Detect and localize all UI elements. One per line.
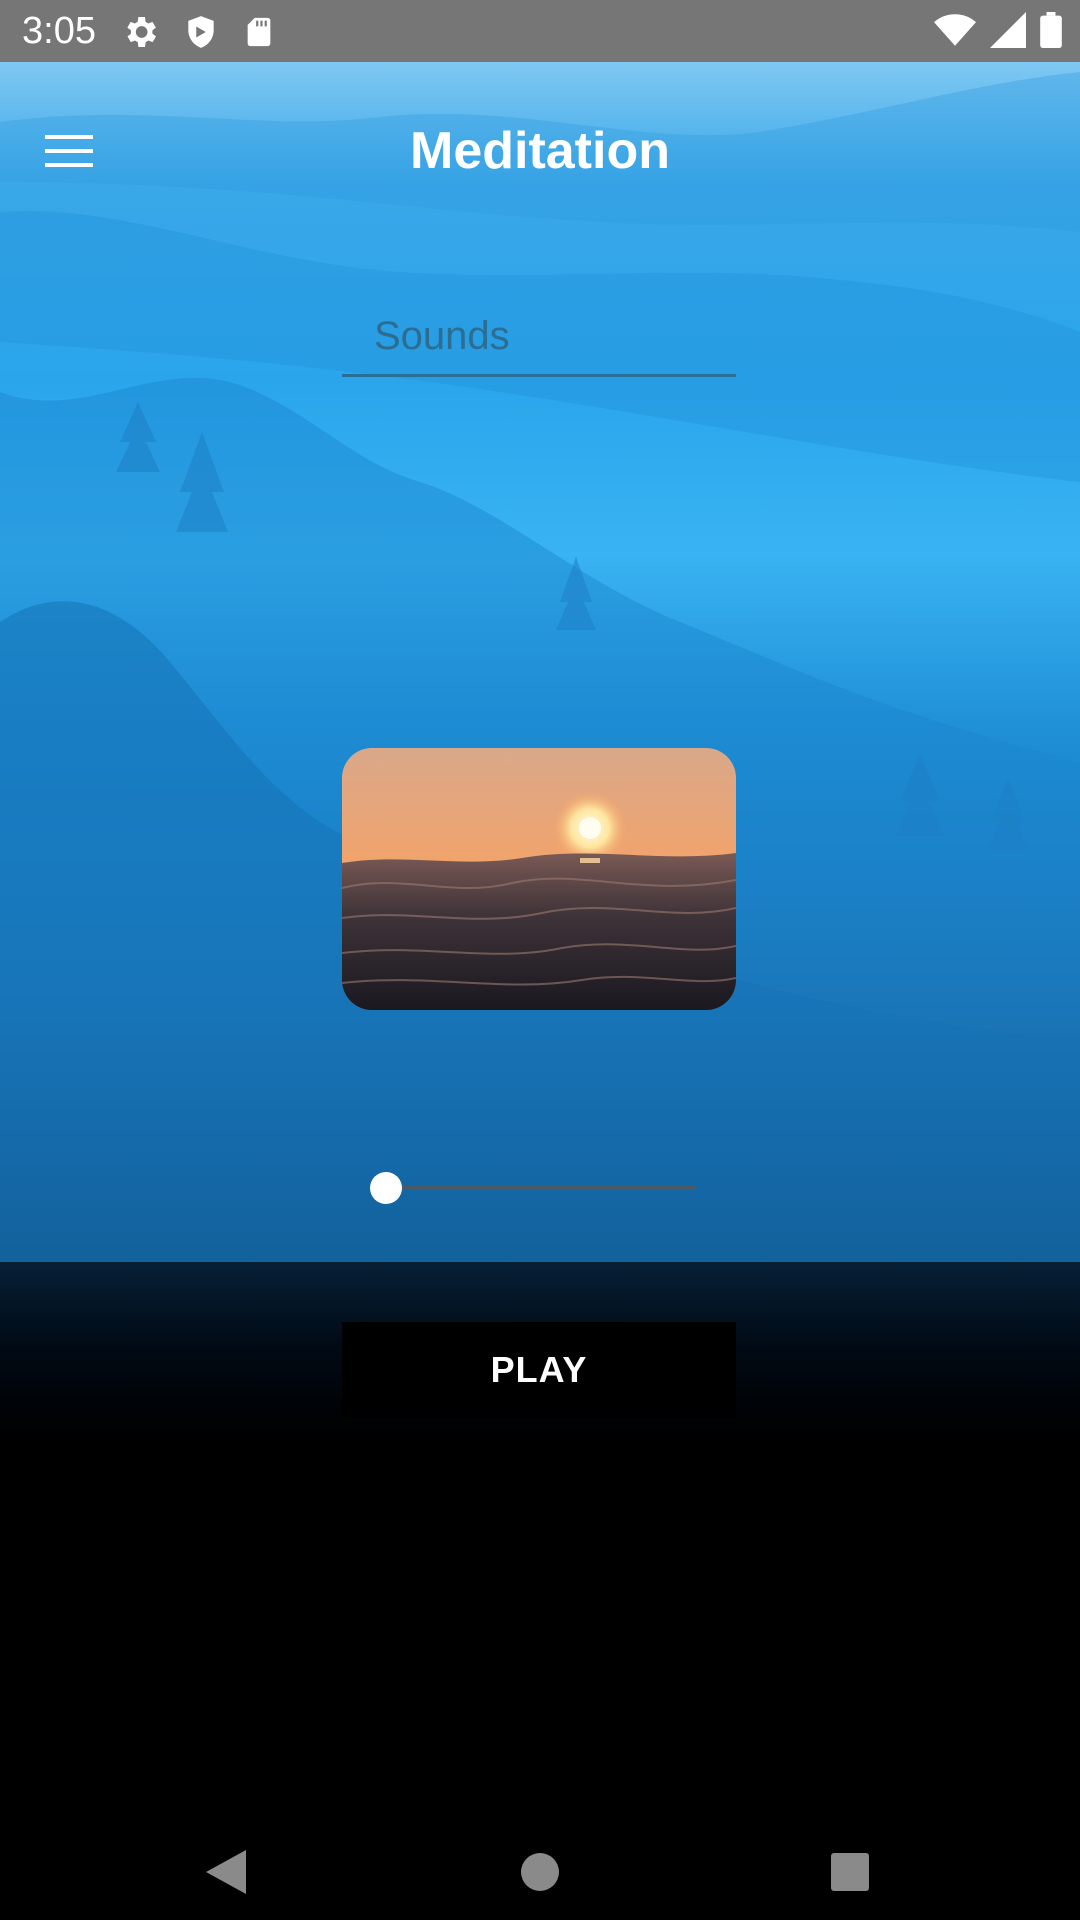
status-icons-right [934,12,1062,53]
sounds-dropdown[interactable]: Sounds [342,262,736,377]
sunset-ocean-image [342,748,736,1010]
home-button[interactable] [480,1824,600,1920]
sounds-dropdown-value: Sounds [374,314,510,358]
status-time: 3:05 [22,10,96,52]
recents-button[interactable] [790,1824,910,1920]
settings-icon [120,12,160,57]
slider-track [384,1186,696,1190]
play-button[interactable]: PLAY [342,1322,736,1418]
battery-icon [1040,12,1062,53]
signal-icon [990,12,1026,53]
navigation-bar [0,1824,1080,1920]
wifi-icon [934,12,976,53]
shield-icon [182,12,220,57]
slider-thumb[interactable] [370,1172,402,1204]
sound-artwork [342,748,736,1010]
mountain-background [0,72,1080,1262]
app-title: Meditation [410,122,670,180]
status-icons-left [120,12,276,57]
status-bar: 3:05 [0,0,1080,62]
app-screen: Meditation Sounds PLAY [0,62,1080,1824]
seek-slider[interactable] [370,1158,696,1218]
sd-card-icon [242,12,276,57]
back-icon [206,1850,246,1894]
recents-icon [831,1853,869,1891]
home-icon [521,1853,559,1891]
back-button[interactable] [166,1824,286,1920]
